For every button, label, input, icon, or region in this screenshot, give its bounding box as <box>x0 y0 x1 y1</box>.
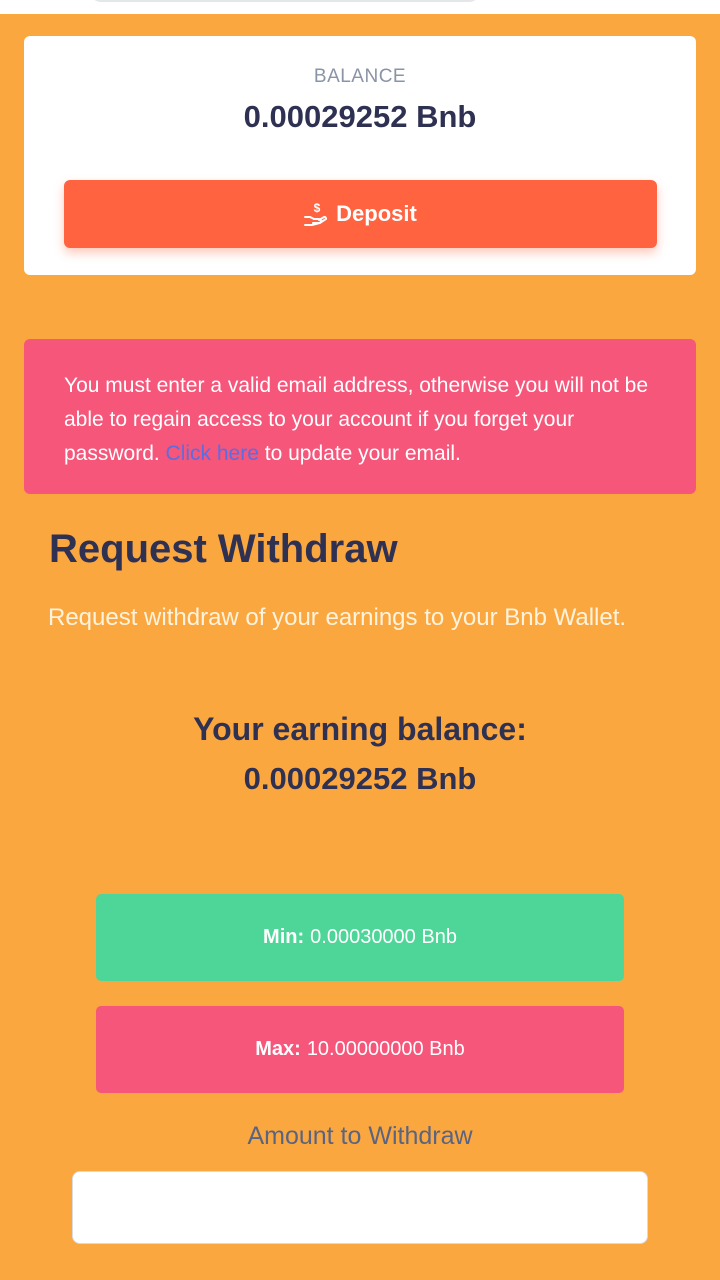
withdraw-description: Request withdraw of your earnings to you… <box>48 604 627 631</box>
deposit-button[interactable]: $ Deposit <box>64 180 657 248</box>
min-withdraw-box: Min: 0.00030000 Bnb <box>96 894 624 981</box>
page-title: Request Withdraw <box>49 527 398 571</box>
max-label: Max: <box>255 1038 301 1060</box>
alert-text-after: to update your email. <box>258 442 461 465</box>
balance-label: BALANCE <box>313 66 407 87</box>
amount-input[interactable] <box>72 1171 648 1244</box>
min-value: 0.00030000 Bnb <box>310 926 457 948</box>
earning-balance-title: Your earning balance: <box>193 711 527 747</box>
update-email-link[interactable]: Click here <box>166 442 259 465</box>
max-withdraw-box: Max: 10.00000000 Bnb <box>96 1006 624 1093</box>
amount-label: Amount to Withdraw <box>247 1122 473 1150</box>
deposit-label: Deposit <box>336 201 417 226</box>
address-bar-edge <box>90 0 480 2</box>
email-warning-alert: You must enter a valid email address, ot… <box>24 339 696 494</box>
earning-balance-value: 0.00029252 Bnb <box>243 761 477 796</box>
max-value: 10.00000000 Bnb <box>306 1038 465 1060</box>
min-label: Min: <box>263 926 305 948</box>
hand-coin-icon: $ <box>304 201 328 227</box>
svg-text:$: $ <box>314 201 321 215</box>
balance-value: 0.00029252 Bnb <box>243 99 477 134</box>
top-strip <box>0 0 720 14</box>
